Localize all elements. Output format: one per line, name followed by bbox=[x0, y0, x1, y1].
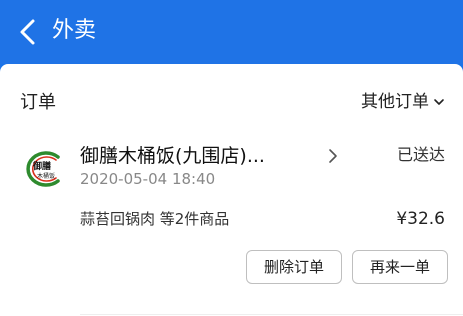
orders-card: 订单 其他订单 御膳 木桶饭 御膳木桶饭(九围店)... 已送达 2020-05… bbox=[0, 64, 463, 316]
app-header: 外卖 bbox=[0, 0, 463, 64]
order-status: 已送达 bbox=[396, 145, 445, 164]
other-orders-label: 其他订单 bbox=[361, 92, 429, 112]
store-name-link[interactable]: 御膳木桶饭(九围店)... bbox=[80, 142, 265, 170]
header-title: 外卖 bbox=[52, 18, 97, 43]
orders-section-title: 订单 bbox=[20, 92, 56, 113]
svg-text:御膳: 御膳 bbox=[32, 160, 51, 172]
store-logo: 御膳 木桶饭 bbox=[26, 151, 60, 187]
delete-order-button[interactable]: 删除订单 bbox=[246, 250, 342, 284]
chevron-down-icon bbox=[434, 99, 444, 105]
other-orders-dropdown[interactable]: 其他订单 bbox=[361, 89, 445, 115]
chevron-right-icon[interactable] bbox=[326, 146, 340, 166]
reorder-button[interactable]: 再来一单 bbox=[352, 250, 448, 284]
order-items-summary: 蒜苔回锅肉 等2件商品 bbox=[80, 210, 230, 228]
back-chevron-left-icon[interactable] bbox=[16, 18, 42, 46]
divider bbox=[80, 314, 463, 315]
svg-text:木桶饭: 木桶饭 bbox=[37, 172, 55, 180]
order-time: 2020-05-04 18:40 bbox=[80, 170, 216, 188]
order-price: ¥32.6 bbox=[396, 209, 445, 229]
